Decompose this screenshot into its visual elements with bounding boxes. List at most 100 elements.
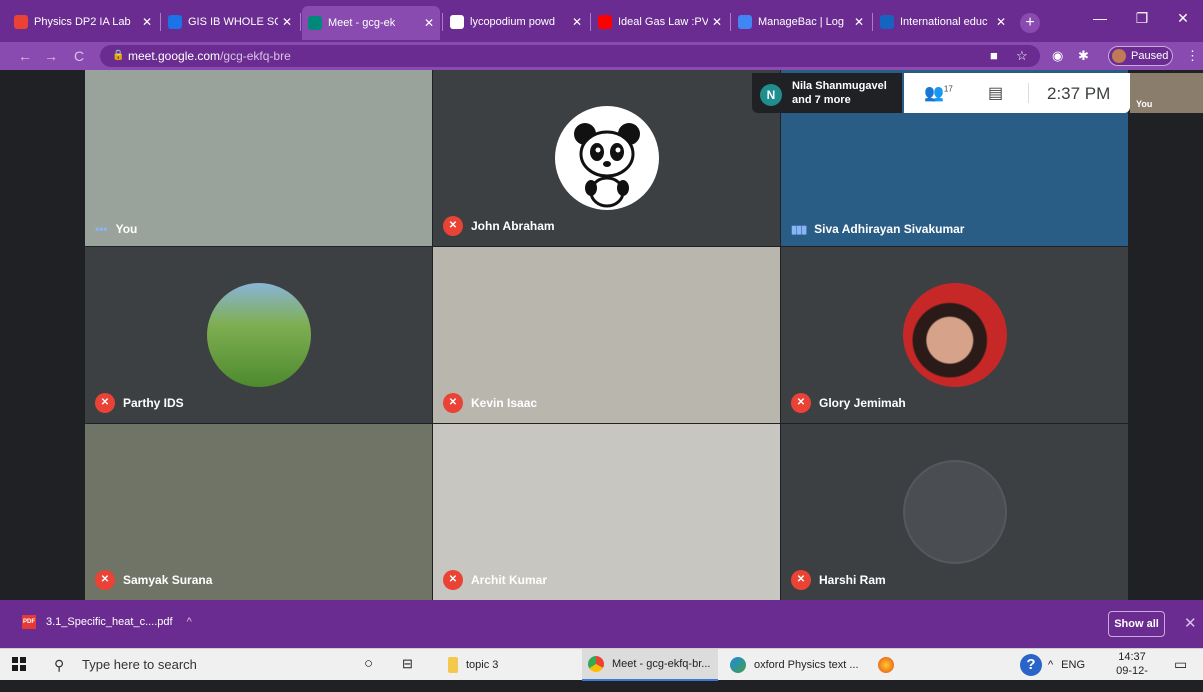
browser-tab[interactable]: lycopodium powd ✕	[444, 8, 588, 36]
participant-tile[interactable]: ✕ Kevin Isaac	[433, 247, 780, 423]
chat-icon[interactable]: ▤	[988, 83, 1003, 103]
reload-icon[interactable]: C	[74, 48, 84, 64]
taskbar-app-edge[interactable]: oxford Physics text ...	[724, 649, 864, 681]
bookmark-star-icon[interactable]: ☆	[1016, 48, 1028, 64]
camera-icon[interactable]: ■	[990, 48, 998, 63]
participant-name-label: ✕ Harshi Ram	[791, 570, 886, 590]
close-tab-icon[interactable]: ✕	[712, 15, 722, 29]
ib-icon	[880, 15, 894, 29]
participant-tile[interactable]: ✕ Archit Kumar	[433, 424, 780, 600]
speaking-icon: ▮▮▮	[791, 223, 807, 236]
participant-tile[interactable]: ✕ John Abraham	[433, 70, 780, 246]
participant-tile[interactable]: ••• You	[85, 70, 432, 246]
show-all-button[interactable]: Show all	[1108, 611, 1165, 637]
participant-tile[interactable]: ✕ Parthy IDS	[85, 247, 432, 423]
profile-avatar	[1112, 49, 1126, 63]
participant-name: Siva Adhirayan Sivakumar	[814, 222, 965, 236]
participant-name: Kevin Isaac	[471, 396, 538, 410]
browser-tab[interactable]: Meet - gcg-ek ✕	[302, 6, 440, 40]
taskbar-search[interactable]: ⚲ Type here to search	[48, 653, 348, 677]
mic-off-icon: ✕	[95, 393, 115, 413]
cortana-icon[interactable]: ○	[364, 655, 373, 672]
more-options-icon: •••	[95, 222, 108, 236]
join-notification: N Nila Shanmugavel and 7 more	[752, 73, 902, 113]
taskbar-app-explorer[interactable]: topic 3	[442, 649, 572, 681]
address-bar[interactable]: 🔒 meet.google.com/gcg-ekfq-bre	[100, 45, 1040, 67]
task-view-icon[interactable]: ⊟	[402, 656, 413, 672]
people-icon: 👥	[924, 85, 944, 102]
profile-button[interactable]: Paused	[1108, 46, 1173, 66]
mic-off-icon: ✕	[443, 393, 463, 413]
close-icon[interactable]: ✕	[1184, 614, 1197, 632]
folder-icon	[448, 657, 458, 673]
participant-count: 17	[943, 84, 953, 94]
extension-icon[interactable]: ◉	[1052, 48, 1063, 64]
close-tab-icon[interactable]: ✕	[572, 15, 582, 29]
clock[interactable]: 14:37 09-12-2020	[1104, 650, 1160, 692]
self-view-thumbnail[interactable]: You	[1130, 73, 1203, 113]
participant-name-label: ▮▮▮ Siva Adhirayan Sivakumar	[791, 222, 964, 236]
url-host: meet.google.com	[128, 49, 221, 63]
minimize-button[interactable]: —	[1080, 0, 1120, 36]
participant-name-label: ••• You	[95, 222, 137, 236]
participant-name: You	[115, 222, 138, 236]
browser-tab[interactable]: GIS IB WHOLE SCH ✕	[162, 8, 298, 36]
close-tab-icon[interactable]: ✕	[424, 16, 434, 30]
close-window-button[interactable]: ✕	[1163, 0, 1203, 36]
back-icon[interactable]: ←	[18, 48, 32, 64]
loading-avatar	[902, 460, 1007, 564]
close-tab-icon[interactable]: ✕	[282, 15, 292, 29]
notification-line-1: Nila Shanmugavel	[792, 80, 887, 92]
people-button[interactable]: 👥17	[924, 83, 953, 103]
mic-off-icon: ✕	[791, 570, 811, 590]
download-item[interactable]: PDF 3.1_Specific_heat_c....pdf ^	[22, 615, 192, 629]
meet-top-bar: 👥17 ▤ 2:37 PM	[904, 73, 1130, 113]
chevron-up-icon[interactable]: ^	[187, 616, 192, 628]
participant-tile[interactable]: ✕ Glory Jemimah	[781, 247, 1128, 423]
date: 09-12-2020	[1116, 665, 1148, 691]
help-icon[interactable]: ?	[1020, 654, 1042, 676]
close-tab-icon[interactable]: ✕	[854, 15, 864, 29]
taskbar-app-label: topic 3	[466, 659, 499, 671]
profile-photo	[902, 283, 1007, 387]
tab-label: Ideal Gas Law :PV=	[618, 16, 708, 28]
browser-tab[interactable]: International educ ✕	[874, 8, 1012, 36]
menu-icon[interactable]: ⋮	[1186, 48, 1199, 64]
profile-photo	[206, 283, 311, 387]
tab-label: ManageBac | Log	[758, 16, 845, 28]
forward-icon[interactable]: →	[44, 48, 58, 64]
chrome-icon	[588, 656, 604, 672]
participant-tile[interactable]: ✕ Samyak Surana	[85, 424, 432, 600]
windows-taskbar: ⚲ Type here to search ○ ⊟ topic 3 Meet -…	[0, 648, 1203, 691]
chevron-up-icon[interactable]: ^	[1048, 659, 1053, 671]
participant-tile[interactable]: ✕ Harshi Ram	[781, 424, 1128, 600]
firefox-icon[interactable]	[878, 657, 894, 673]
url-path: /gcg-ekfq-bre	[220, 49, 291, 63]
mic-off-icon: ✕	[791, 393, 811, 413]
time: 14:37	[1118, 651, 1146, 663]
notification-line-2: and 7 more	[792, 94, 851, 106]
puzzle-icon[interactable]: ✱	[1078, 48, 1089, 64]
search-placeholder: Type here to search	[82, 657, 197, 672]
notification-center-icon[interactable]: ▭	[1174, 656, 1187, 673]
participant-name: Harshi Ram	[819, 573, 886, 587]
language-indicator[interactable]: ENG	[1061, 659, 1085, 671]
mic-off-icon: ✕	[443, 216, 463, 236]
classroom-icon	[168, 15, 182, 29]
browser-tab[interactable]: ManageBac | Log ✕	[732, 8, 870, 36]
participant-name-label: ✕ Kevin Isaac	[443, 393, 537, 413]
tab-label: GIS IB WHOLE SCH	[188, 16, 278, 28]
browser-tab[interactable]: Ideal Gas Law :PV= ✕	[592, 8, 728, 36]
new-tab-button[interactable]: +	[1020, 13, 1040, 33]
taskbar-app-chrome[interactable]: Meet - gcg-ekfq-br...	[582, 649, 718, 681]
gmail-icon	[14, 15, 28, 29]
mic-off-icon: ✕	[95, 570, 115, 590]
windows-start-icon[interactable]	[12, 657, 26, 671]
search-icon: ⚲	[54, 657, 65, 673]
participant-name-label: ✕ John Abraham	[443, 216, 555, 236]
browser-tab[interactable]: Physics DP2 IA Lab ✕	[8, 8, 158, 36]
close-tab-icon[interactable]: ✕	[142, 15, 152, 29]
maximize-button[interactable]: ❐	[1122, 0, 1162, 36]
download-shelf: PDF 3.1_Specific_heat_c....pdf ^ Show al…	[0, 600, 1203, 648]
close-tab-icon[interactable]: ✕	[996, 15, 1006, 29]
